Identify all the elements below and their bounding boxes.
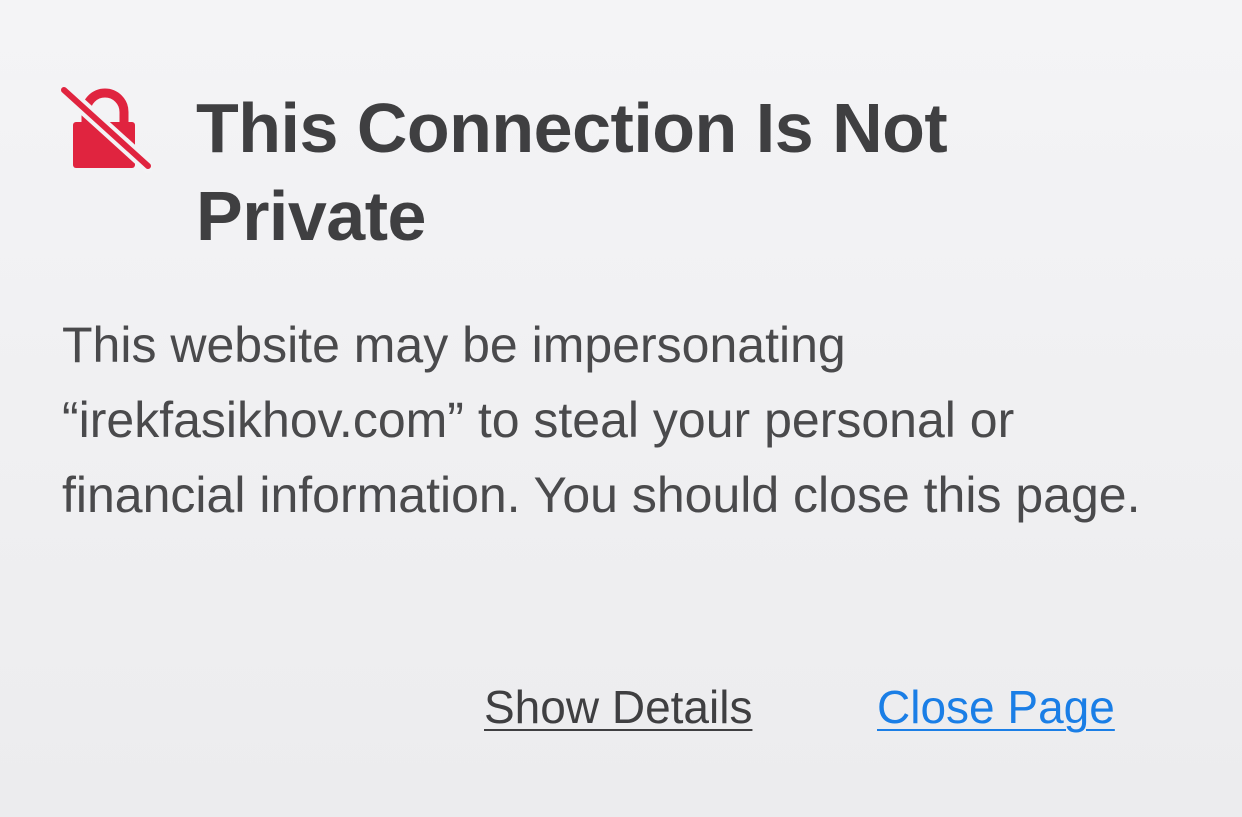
action-links: Show Details Close Page xyxy=(0,676,1242,746)
warning-message: This website may be impersonating “irekf… xyxy=(62,317,1141,523)
close-page-link[interactable]: Close Page xyxy=(877,676,1115,738)
page-title: This Connection Is Not Private xyxy=(196,89,948,255)
show-details-link[interactable]: Show Details xyxy=(484,676,752,738)
privacy-warning-page: This Connection Is Not Private This webs… xyxy=(0,0,1242,817)
lock-slash-icon xyxy=(57,83,155,174)
